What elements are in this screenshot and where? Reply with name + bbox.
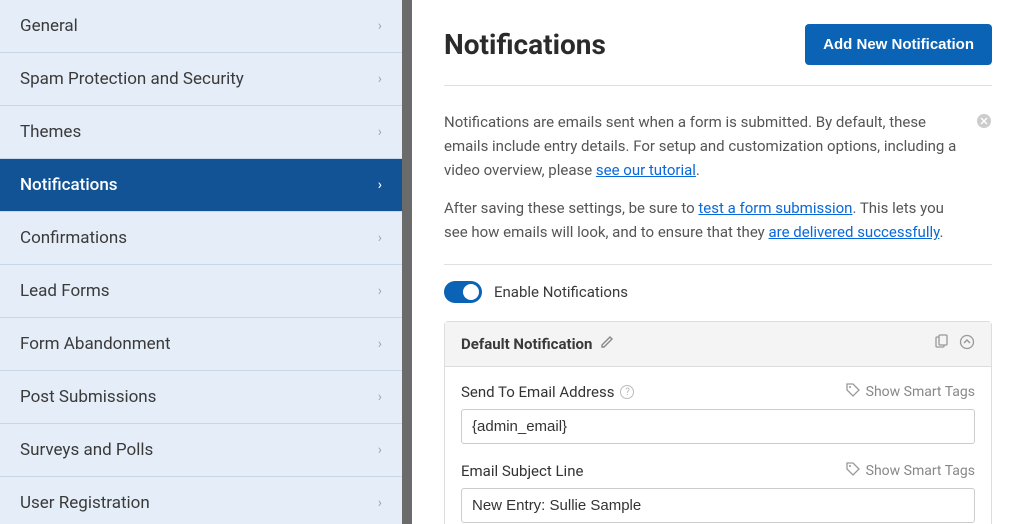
edit-icon[interactable] (600, 335, 614, 353)
sidebar-item-themes[interactable]: Themes › (0, 106, 402, 159)
chevron-right-icon: › (378, 389, 382, 405)
sidebar-item-lead-forms[interactable]: Lead Forms › (0, 265, 402, 318)
sidebar-item-label: Notifications (20, 175, 118, 195)
delivered-link[interactable]: are delivered successfully (769, 223, 940, 241)
sidebar-item-label: Surveys and Polls (20, 440, 153, 460)
sidebar-item-label: Themes (20, 122, 81, 142)
notification-card-header: Default Notification (445, 322, 991, 367)
subject-label: Email Subject Line (461, 462, 583, 480)
sidebar-item-label: Form Abandonment (20, 334, 171, 354)
sidebar-item-label: Lead Forms (20, 281, 110, 301)
notification-title: Default Notification (461, 335, 614, 353)
chevron-right-icon: › (378, 336, 382, 352)
dismiss-info-button[interactable] (976, 110, 992, 139)
enable-notifications-row: Enable Notifications (444, 281, 992, 303)
subject-field: Email Subject Line Show Smart Tags (461, 462, 975, 523)
sidebar-item-label: Post Submissions (20, 387, 156, 407)
smart-tags-button[interactable]: Show Smart Tags (846, 383, 975, 401)
copy-icon[interactable] (933, 334, 949, 354)
sidebar-item-confirmations[interactable]: Confirmations › (0, 212, 402, 265)
collapse-icon[interactable] (959, 334, 975, 354)
chevron-right-icon: › (378, 442, 382, 458)
chevron-right-icon: › (378, 18, 382, 34)
smart-tags-button[interactable]: Show Smart Tags (846, 462, 975, 480)
tag-icon (846, 383, 860, 401)
sidebar-item-post-submissions[interactable]: Post Submissions › (0, 371, 402, 424)
sidebar-item-label: User Registration (20, 493, 150, 513)
sidebar-item-general[interactable]: General › (0, 0, 402, 53)
sidebar-item-user-registration[interactable]: User Registration › (0, 477, 402, 524)
notification-actions (933, 334, 975, 354)
send-to-field: Send To Email Address ? Show Smart Tags (461, 383, 975, 444)
chevron-right-icon: › (378, 124, 382, 140)
add-notification-button[interactable]: Add New Notification (805, 24, 992, 65)
chevron-right-icon: › (378, 283, 382, 299)
notification-card: Default Notification Send To Email Addre… (444, 321, 992, 524)
chevron-right-icon: › (378, 495, 382, 511)
page-header: Notifications Add New Notification (444, 24, 992, 86)
field-label-row: Send To Email Address ? Show Smart Tags (461, 383, 975, 401)
chevron-right-icon: › (378, 230, 382, 246)
send-to-label: Send To Email Address ? (461, 383, 634, 401)
chevron-right-icon: › (378, 177, 382, 193)
sidebar-item-label: Spam Protection and Security (20, 69, 244, 89)
subject-input[interactable] (461, 488, 975, 523)
help-icon[interactable]: ? (620, 385, 634, 399)
info-block: Notifications are emails sent when a for… (444, 110, 992, 265)
enable-notifications-toggle[interactable] (444, 281, 482, 303)
field-label-row: Email Subject Line Show Smart Tags (461, 462, 975, 480)
tutorial-link[interactable]: see our tutorial (596, 161, 696, 179)
info-paragraph-1: Notifications are emails sent when a for… (444, 110, 992, 182)
sidebar-item-spam[interactable]: Spam Protection and Security › (0, 53, 402, 106)
page-title: Notifications (444, 28, 606, 61)
toggle-label: Enable Notifications (494, 283, 628, 301)
sidebar-item-label: Confirmations (20, 228, 127, 248)
sidebar-item-form-abandonment[interactable]: Form Abandonment › (0, 318, 402, 371)
test-submission-link[interactable]: test a form submission (698, 199, 852, 217)
sidebar-item-label: General (20, 16, 78, 36)
sidebar-item-notifications[interactable]: Notifications › (0, 159, 402, 212)
main-content: Notifications Add New Notification Notif… (412, 0, 1024, 524)
info-paragraph-2: After saving these settings, be sure to … (444, 196, 992, 244)
chevron-right-icon: › (378, 71, 382, 87)
tag-icon (846, 462, 860, 480)
sidebar-item-surveys-polls[interactable]: Surveys and Polls › (0, 424, 402, 477)
notification-body: Send To Email Address ? Show Smart Tags (445, 367, 991, 524)
settings-sidebar: General › Spam Protection and Security ›… (0, 0, 412, 524)
send-to-input[interactable] (461, 409, 975, 444)
